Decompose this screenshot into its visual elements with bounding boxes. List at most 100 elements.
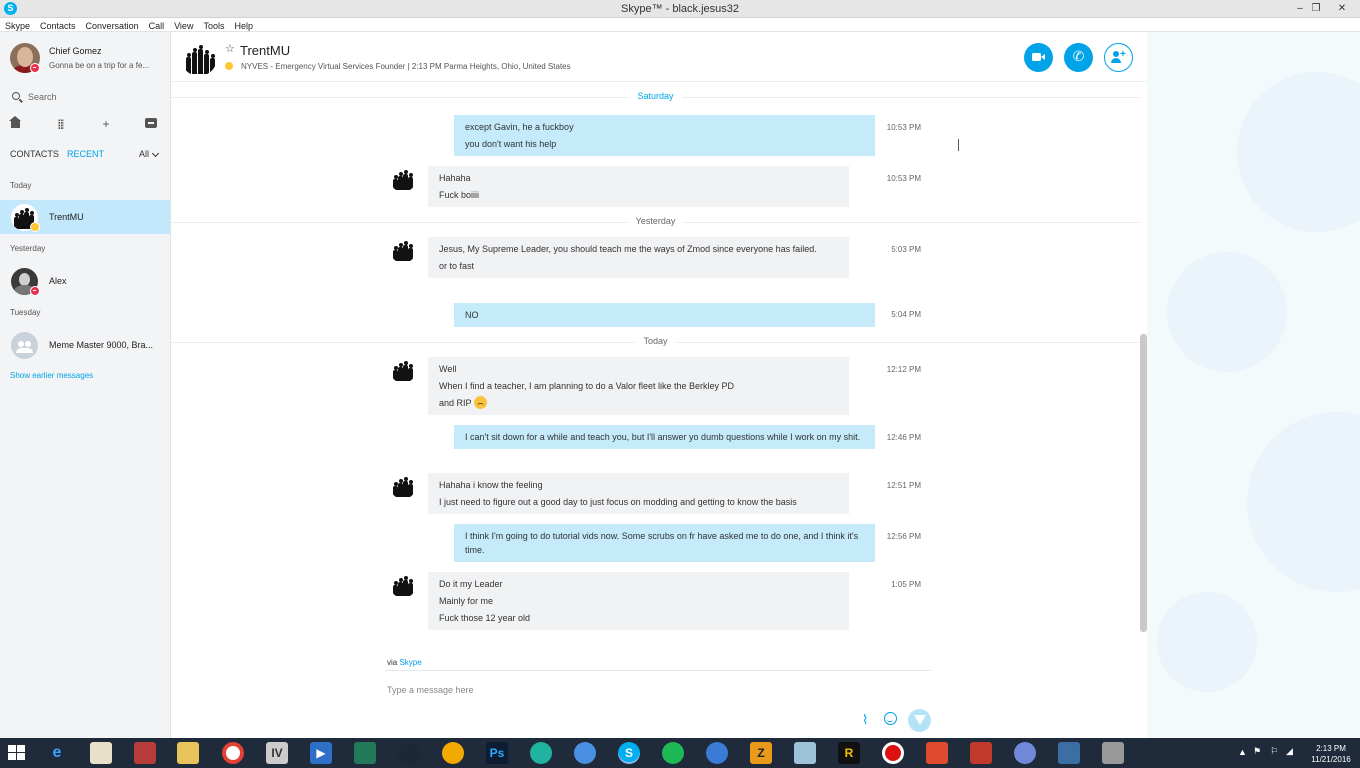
message-text: When I find a teacher, I am planning to … — [439, 381, 734, 391]
title-bar: S Skype™ - black.jesus32 – ❐ ✕ — [0, 0, 1360, 18]
plus-icon[interactable]: + — [99, 116, 113, 132]
conversation-avatar[interactable] — [181, 40, 217, 76]
app-icon[interactable] — [442, 742, 464, 764]
message-text: Fuck boiiii — [439, 190, 480, 200]
spotify-icon[interactable] — [662, 742, 684, 764]
app-icon[interactable] — [706, 742, 728, 764]
sender-avatar[interactable] — [390, 357, 416, 383]
menu-view[interactable]: View — [169, 19, 198, 33]
message-bubble-incoming[interactable]: Hahaha i know the feeling I just need to… — [428, 473, 849, 514]
menu-help[interactable]: Help — [229, 19, 258, 33]
menu-skype[interactable]: Skype — [0, 19, 35, 33]
dnd-status-icon — [30, 286, 40, 296]
menu-call[interactable]: Call — [144, 19, 170, 33]
app-icon[interactable] — [1102, 742, 1124, 764]
attach-file-icon[interactable]: ⌇ — [862, 712, 868, 728]
record-icon[interactable] — [882, 742, 904, 764]
clock-date: 11/21/2016 — [1311, 755, 1351, 764]
new-conversation-icon[interactable] — [144, 116, 158, 132]
app-icon[interactable] — [354, 742, 376, 764]
send-button[interactable] — [908, 709, 931, 732]
dialpad-icon[interactable] — [54, 116, 68, 132]
system-clock[interactable]: 2:13 PM 11/21/2016 — [1303, 743, 1359, 765]
tray-overflow-icon[interactable]: ▲ — [1238, 747, 1247, 757]
message-timestamp: 12:56 PM — [886, 532, 921, 541]
video-call-button[interactable] — [1024, 43, 1053, 72]
via-skype-link[interactable]: Skype — [399, 658, 421, 667]
rockstar-icon[interactable]: R — [838, 742, 860, 764]
menu-tools[interactable]: Tools — [198, 19, 229, 33]
message-text: or to fast — [439, 261, 475, 271]
file-explorer-icon[interactable] — [177, 742, 199, 764]
sender-avatar[interactable] — [390, 572, 416, 598]
message-bubble-incoming[interactable]: Hahaha Fuck boiiii — [428, 166, 849, 207]
message-input[interactable]: Type a message here — [387, 685, 474, 695]
show-earlier-messages-link[interactable]: Show earlier messages — [10, 371, 93, 380]
search-placeholder: Search — [28, 92, 57, 102]
message-bubble-incoming[interactable]: Well When I find a teacher, I am plannin… — [428, 357, 849, 416]
sender-avatar[interactable] — [390, 473, 416, 499]
sender-avatar[interactable] — [390, 166, 416, 192]
windows-start-icon[interactable] — [8, 745, 26, 761]
close-button[interactable]: ✕ — [1332, 0, 1352, 18]
app-icon[interactable] — [90, 742, 112, 764]
message-bubble-outgoing[interactable]: I can't sit down for a while and teach y… — [454, 425, 875, 449]
message-history[interactable]: Saturday except Gavin, he a fuckboy you … — [171, 82, 1147, 642]
filter-dropdown[interactable]: All — [139, 149, 149, 159]
tray-network-icon[interactable]: ⚐ — [1270, 746, 1278, 757]
message-bubble-outgoing[interactable]: except Gavin, he a fuckboy you don't wan… — [454, 115, 875, 156]
home-icon[interactable] — [9, 116, 23, 132]
message-bubble-outgoing[interactable]: I think I'm going to do tutorial vids no… — [454, 524, 875, 562]
composer-divider — [385, 670, 931, 671]
date-separator: Today — [171, 336, 1140, 348]
background-panel — [1147, 32, 1360, 738]
photoshop-icon[interactable]: Ps — [486, 742, 508, 764]
profile-mood[interactable]: Gonna be on a trip for a fe... — [49, 61, 161, 70]
app-icon[interactable] — [134, 742, 156, 764]
app-icon[interactable]: IV — [266, 742, 288, 764]
message-timestamp: 5:03 PM — [891, 245, 921, 254]
menu-contacts[interactable]: Contacts — [35, 19, 81, 33]
filezilla-icon[interactable]: Z — [750, 742, 772, 764]
group-label-today: Today — [10, 181, 32, 190]
menu-conversation[interactable]: Conversation — [81, 19, 144, 33]
internet-explorer-icon[interactable]: e — [46, 742, 68, 764]
audio-call-button[interactable]: ✆ — [1064, 43, 1093, 72]
emoticon-icon[interactable] — [884, 712, 897, 725]
tray-app-icon[interactable]: ⚑ — [1253, 746, 1261, 757]
favorite-star-icon[interactable]: ☆ — [225, 42, 235, 55]
conversation-mood: NYVES - Emergency Virtual Services Found… — [241, 62, 571, 71]
message-bubble-outgoing[interactable]: NO — [454, 303, 875, 327]
chevron-down-icon[interactable] — [151, 149, 160, 158]
tray-volume-icon[interactable]: ◢ — [1286, 746, 1293, 757]
media-player-icon[interactable]: ▶ — [310, 742, 332, 764]
add-people-button[interactable]: + — [1104, 43, 1133, 72]
contact-item-trentmu[interactable]: TrentMU — [0, 200, 170, 234]
app-icon[interactable] — [574, 742, 596, 764]
skype-taskbar-icon[interactable]: S — [618, 742, 640, 764]
app-icon[interactable] — [530, 742, 552, 764]
message-bubble-incoming[interactable]: Jesus, My Supreme Leader, you should tea… — [428, 237, 849, 278]
app-icon[interactable] — [970, 742, 992, 764]
discord-icon[interactable] — [1014, 742, 1036, 764]
group-label-yesterday: Yesterday — [10, 244, 46, 253]
steam-icon[interactable] — [398, 742, 420, 764]
tab-contacts[interactable]: CONTACTS — [10, 149, 59, 159]
sender-avatar[interactable] — [390, 237, 416, 263]
restore-button[interactable]: ❐ — [1306, 0, 1326, 18]
chrome-icon[interactable] — [222, 742, 244, 764]
contact-item-meme-master[interactable]: Meme Master 9000, Bra... — [0, 328, 170, 362]
profile-name[interactable]: Chief Gomez — [49, 46, 102, 56]
tab-recent[interactable]: RECENT — [67, 149, 104, 159]
app-icon[interactable] — [1058, 742, 1080, 764]
group-icon — [11, 332, 38, 359]
chat-scrollbar[interactable] — [1140, 334, 1147, 632]
message-bubble-incoming[interactable]: Do it my Leader Mainly for me Fuck those… — [428, 572, 849, 630]
app-icon[interactable] — [794, 742, 816, 764]
search-box[interactable]: Search — [10, 89, 160, 107]
search-icon — [12, 92, 20, 100]
contact-item-alex[interactable]: Alex — [0, 264, 170, 298]
app-icon[interactable] — [926, 742, 948, 764]
conversation-title[interactable]: TrentMU — [240, 43, 290, 58]
menu-bar: Skype Contacts Conversation Call View Tools He… — [0, 18, 1360, 32]
